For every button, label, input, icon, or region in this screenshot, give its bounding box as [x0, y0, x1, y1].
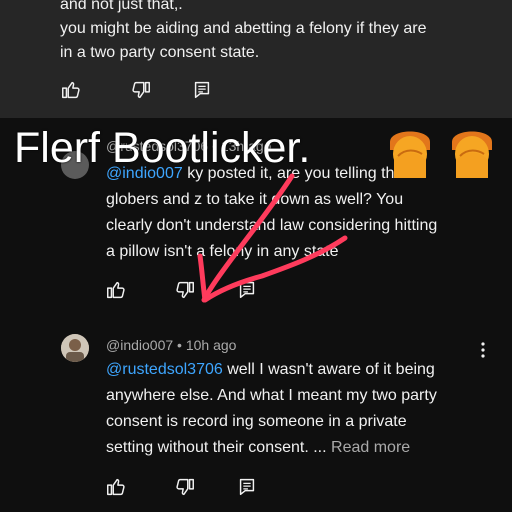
person-facepalming-icon — [452, 131, 492, 178]
overlay-caption: Flerf Bootlicker. — [14, 124, 311, 172]
person-facepalming-icon — [390, 131, 430, 178]
hand-drawn-arrow — [197, 173, 348, 303]
